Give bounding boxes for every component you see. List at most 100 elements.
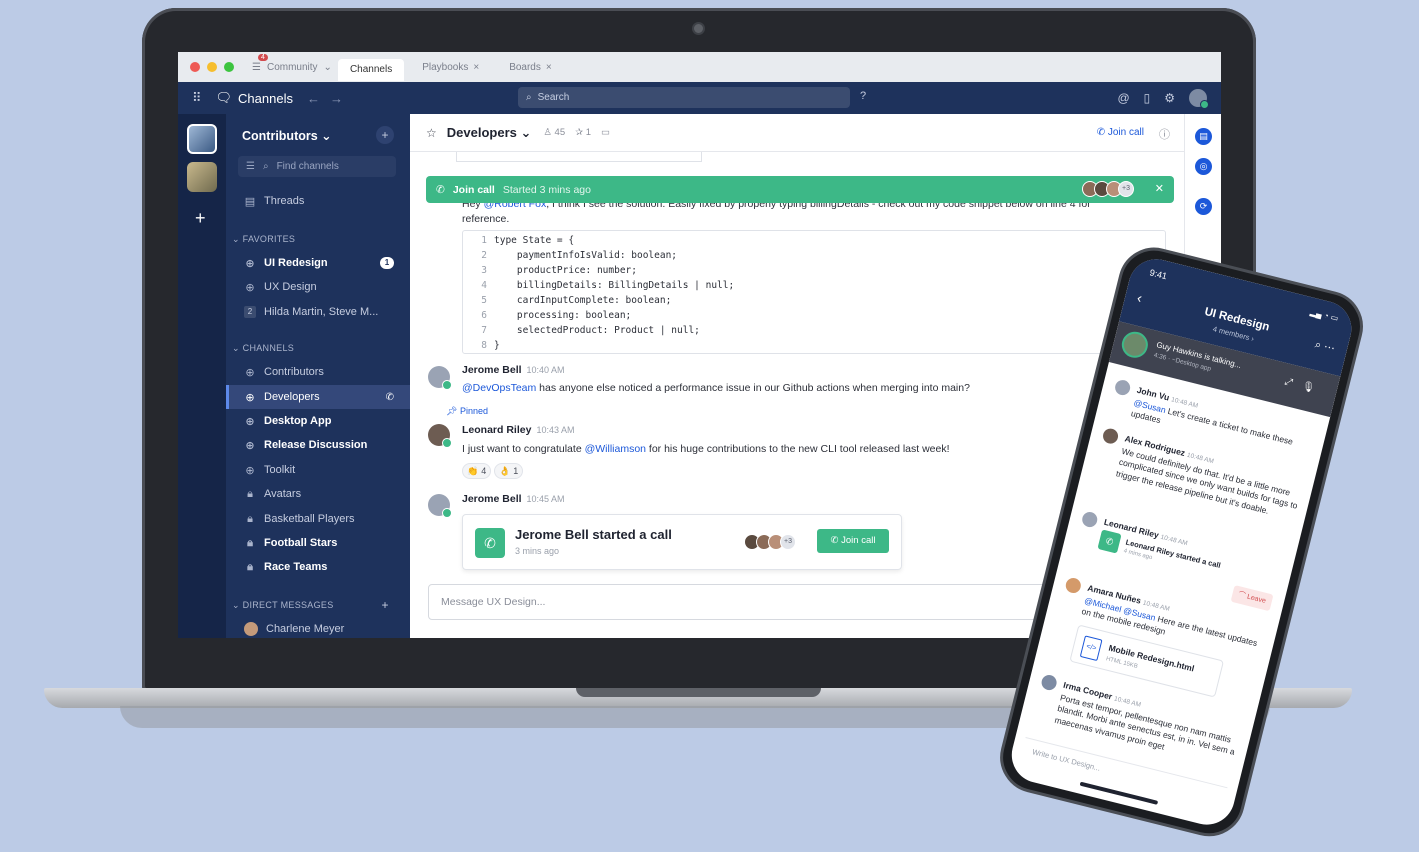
sidebar-item-threads[interactable]: ▤ Threads	[226, 189, 410, 213]
sidebar-item-charlene-meyer[interactable]: Charlene Meyer	[226, 617, 410, 638]
add-team-icon[interactable]: +	[195, 208, 206, 229]
avatar[interactable]	[428, 424, 452, 448]
username[interactable]: Leonard Riley	[462, 424, 531, 436]
sidebar-item-football-stars[interactable]: 🔒︎ Football Stars	[226, 531, 410, 555]
sidebar-item-toolkit[interactable]: ⊕ Toolkit	[226, 458, 410, 482]
timestamp[interactable]: 10:43 AM	[536, 425, 574, 435]
tab-channels[interactable]: Channels	[337, 59, 405, 81]
search-icon: ⌕	[262, 161, 269, 172]
search-input[interactable]: ⌕ Search	[518, 87, 850, 108]
chevron-down-icon: ⌄	[323, 61, 332, 73]
message-header: Jerome Bell 10:45 AM	[462, 493, 565, 505]
join-call-banner[interactable]: ✆ Join call Started 3 mins ago +3 ✕	[426, 176, 1174, 203]
more-icon[interactable]: ⋯	[1323, 341, 1337, 355]
sidebar-item-ui-redesign[interactable]: ⊕ UI Redesign 1	[226, 251, 410, 275]
user-avatar[interactable]	[1189, 89, 1209, 109]
team-name-menu[interactable]: Contributors ⌄	[242, 128, 332, 143]
username[interactable]: Jerome Bell	[462, 493, 522, 505]
line-number: 4	[481, 280, 487, 291]
username[interactable]: Jerome Bell	[462, 364, 522, 376]
mention-link[interactable]: @DevOpsTeam	[462, 382, 536, 394]
close-icon[interactable]: ×	[473, 62, 479, 73]
avatar[interactable]	[428, 494, 452, 518]
avatar[interactable]	[1101, 427, 1120, 446]
filter-icon[interactable]: ☰	[246, 161, 255, 172]
avatar[interactable]	[1080, 510, 1099, 529]
sidebar-item-desktop-app[interactable]: ⊕ Desktop App	[226, 409, 410, 433]
calls-icon[interactable]: ◎	[1195, 158, 1212, 175]
product-menu-icon[interactable]: ⠿	[192, 90, 202, 106]
minimize-window-button[interactable]	[207, 62, 217, 72]
add-channel-button[interactable]: +	[376, 126, 394, 144]
avatar[interactable]	[1113, 378, 1132, 397]
header-join-call-button[interactable]: ✆ Join call	[1097, 127, 1144, 138]
channel-name[interactable]: Developers ⌄	[447, 125, 532, 141]
close-window-button[interactable]	[190, 62, 200, 72]
timestamp[interactable]: 10:45 AM	[527, 494, 565, 504]
timestamp[interactable]: 10:40 AM	[527, 365, 565, 375]
sidebar-item-basketball-players[interactable]: 🔒︎ Basketball Players	[226, 507, 410, 531]
code-file-icon: </>	[1079, 635, 1103, 662]
back-arrow-icon[interactable]: ←	[307, 91, 330, 106]
add-dm-button[interactable]: +	[376, 596, 394, 614]
integration-icon[interactable]: ⟳	[1195, 198, 1212, 215]
settings-icon[interactable]: ⚙	[1164, 91, 1175, 105]
forward-arrow-icon[interactable]: →	[330, 91, 353, 106]
sidebar-item-race-teams[interactable]: 🔒︎ Race Teams	[226, 555, 410, 579]
team-icon-secondary[interactable]	[187, 162, 217, 192]
dm-section-header[interactable]: ⌄ DIRECT MESSAGES	[232, 600, 334, 611]
favorites-section-header[interactable]: ⌄ FAVORITES	[232, 234, 295, 245]
window-controls	[190, 62, 234, 72]
member-count[interactable]: ♙ 45	[543, 127, 565, 138]
search-icon[interactable]: ⌕	[1314, 339, 1323, 352]
message-text: for his huge contributions to the new CL…	[646, 443, 950, 455]
bookmark-icon[interactable]: ▯	[1144, 91, 1151, 105]
close-icon[interactable]: ✕	[1155, 182, 1164, 195]
help-icon[interactable]: ?	[860, 90, 866, 102]
playbooks-icon[interactable]: ▤	[1195, 128, 1212, 145]
code-block: 1 type State = { 2 paymentInfoIsValid: bo…	[462, 230, 1166, 354]
sidebar-item-group-dm[interactable]: 2 Hilda Martin, Steve M...	[226, 300, 410, 324]
leave-call-button[interactable]: ⌒ Leave	[1230, 585, 1274, 612]
maximize-window-button[interactable]	[224, 62, 234, 72]
message-header: Jerome Bell 10:40 AM	[462, 364, 565, 376]
close-icon[interactable]: ×	[546, 62, 552, 73]
team-icon-contributors[interactable]	[187, 124, 217, 154]
reaction-ok[interactable]: 👌 1	[494, 463, 524, 479]
channels-section-header[interactable]: ⌄ CHANNELS	[232, 343, 294, 354]
pinned-count[interactable]: ✰ 1	[575, 127, 591, 138]
sidebar-item-contributors[interactable]: ⊕ Contributors	[226, 360, 410, 384]
join-call-label: Join call	[1107, 127, 1144, 138]
avatar[interactable]	[1040, 673, 1059, 692]
message-body-continued: reference.	[462, 213, 510, 225]
join-call-button[interactable]: ✆ Join call	[817, 529, 889, 553]
sidebar-item-ux-design[interactable]: ⊕ UX Design	[226, 275, 410, 299]
call-participants: +3	[1082, 181, 1134, 197]
server-selector[interactable]: ☰ 4 Community ⌄	[252, 53, 332, 73]
reaction-count: 1	[513, 466, 519, 476]
sidebar-item-label: Basketball Players	[264, 513, 355, 525]
sidebar-item-developers[interactable]: ⊕ Developers ✆	[226, 385, 410, 409]
mention-link[interactable]: @Williamson	[585, 443, 646, 455]
find-channels-input[interactable]: ☰ ⌕ Find channels	[238, 156, 396, 177]
team-name: Contributors	[242, 129, 318, 143]
product-title: 🗨 Channels	[216, 90, 293, 106]
info-icon[interactable]: ⓘ	[1159, 126, 1170, 142]
avatar[interactable]	[1064, 576, 1083, 595]
files-icon[interactable]: ▭	[601, 127, 610, 138]
favorite-star-icon[interactable]: ☆	[426, 126, 437, 140]
sidebar-item-avatars[interactable]: 🔒︎ Avatars	[226, 482, 410, 506]
message-text: has anyone else noticed a performance is…	[536, 382, 970, 394]
tab-boards[interactable]: Boards ×	[497, 56, 564, 79]
server-name: Community	[266, 61, 318, 73]
globe-icon: ⊕	[245, 439, 255, 452]
avatar[interactable]	[428, 366, 452, 390]
line-number: 8	[481, 340, 487, 351]
mention-badge: 1	[380, 257, 394, 269]
reaction-clap[interactable]: 👏 4	[462, 463, 492, 479]
tab-playbooks[interactable]: Playbooks ×	[410, 56, 491, 79]
sidebar-item-release-discussion[interactable]: ⊕ Release Discussion	[226, 433, 410, 457]
members-icon: ♙	[543, 127, 552, 138]
mic-muted-icon[interactable]: 🎙︎	[1301, 381, 1326, 397]
mentions-icon[interactable]: @	[1117, 91, 1129, 105]
